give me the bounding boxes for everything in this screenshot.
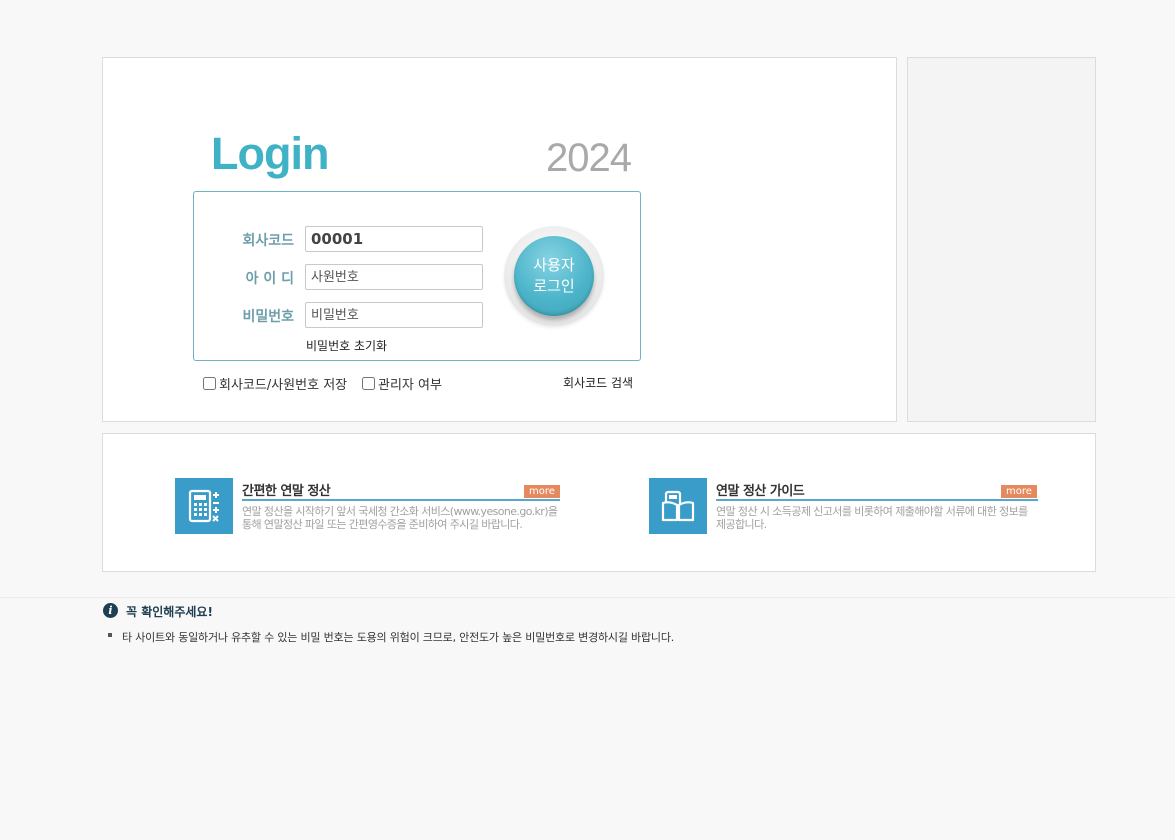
login-button-line2: 로그인	[533, 277, 575, 295]
guide-book-icon	[649, 478, 707, 534]
admin-option[interactable]: 관리자 여부	[362, 374, 442, 393]
admin-checkbox[interactable]	[362, 377, 375, 390]
card-divider	[716, 499, 1038, 501]
more-button[interactable]: more	[524, 485, 560, 498]
login-button[interactable]: 사용자 로그인	[514, 236, 594, 316]
bullet-icon	[108, 633, 112, 637]
year-label: 2024	[546, 136, 632, 180]
company-code-input[interactable]	[305, 226, 483, 252]
save-code-label: 회사코드/사원번호 저장	[219, 378, 348, 393]
reset-password-link[interactable]: 비밀번호 초기화	[306, 337, 387, 354]
admin-label: 관리자 여부	[378, 378, 442, 393]
login-panel: Login 2024 회사코드 아 이 디 비밀번호 비밀번호 초기화 사용자 …	[102, 57, 897, 422]
side-panel	[907, 57, 1096, 422]
calculator-icon	[175, 478, 233, 534]
login-button-line1: 사용자	[533, 256, 575, 274]
company-code-label: 회사코드	[242, 233, 294, 249]
save-code-checkbox[interactable]	[203, 377, 216, 390]
card-description: 연말 정산을 시작하기 앞서 국세청 간소화 서비스(www.yesone.go…	[242, 505, 558, 531]
card-easy-settlement: 간편한 연말 정산 more 연말 정산을 시작하기 앞서 국세청 간소화 서비…	[175, 478, 560, 538]
login-form: 회사코드 아 이 디 비밀번호 비밀번호 초기화 사용자 로그인	[193, 191, 641, 361]
card-description: 연말 정산 시 소득공제 신고서를 비롯하여 제출해야할 서류에 대한 정보를 …	[716, 505, 1028, 531]
card-title: 연말 정산 가이드	[716, 484, 805, 499]
save-code-option[interactable]: 회사코드/사원번호 저장	[203, 374, 347, 393]
notice-text: 타 사이트와 동일하거나 유추할 수 있는 비밀 번호는 도용의 위험이 크므로…	[122, 631, 675, 644]
login-button-ring: 사용자 로그인	[504, 226, 604, 326]
info-panel: 간편한 연말 정산 more 연말 정산을 시작하기 앞서 국세청 간소화 서비…	[102, 433, 1096, 572]
id-input[interactable]	[305, 264, 483, 290]
password-input[interactable]	[305, 302, 483, 328]
notice-title: 꼭 확인해주세요!	[126, 605, 213, 619]
card-divider	[242, 499, 560, 501]
login-title: Login	[211, 128, 329, 179]
card-settlement-guide: 연말 정산 가이드 more 연말 정산 시 소득공제 신고서를 비롯하여 제출…	[649, 478, 1038, 538]
company-search-link[interactable]: 회사코드 검색	[563, 374, 633, 391]
id-label: 아 이 디	[245, 271, 294, 287]
info-icon: i	[103, 603, 118, 618]
section-divider	[0, 597, 1175, 598]
card-title: 간편한 연말 정산	[242, 484, 331, 499]
password-label: 비밀번호	[242, 309, 294, 325]
more-button[interactable]: more	[1001, 485, 1037, 498]
